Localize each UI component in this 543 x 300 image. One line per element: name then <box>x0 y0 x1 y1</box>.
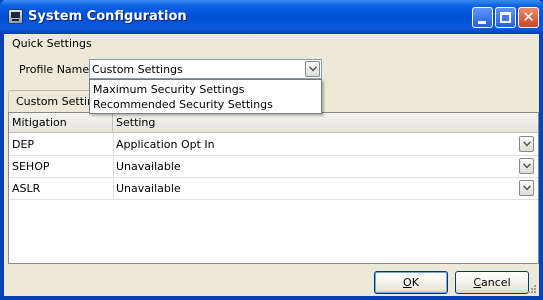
table-row[interactable]: DEP Application Opt In <box>9 133 538 156</box>
cancel-button[interactable]: Cancel <box>455 271 529 294</box>
profile-name-label: Profile Name <box>19 63 90 76</box>
setting-cell: Unavailable <box>116 160 181 173</box>
quick-settings-menu[interactable]: Quick Settings <box>12 37 92 50</box>
close-button[interactable]: ✕ <box>518 7 539 28</box>
mitigation-cell: DEP <box>12 138 35 151</box>
setting-dropdown-button[interactable] <box>519 158 534 174</box>
title-bar[interactable]: System Configuration ✕ <box>0 0 543 34</box>
column-header-setting-label: Setting <box>116 116 156 129</box>
setting-cell: Application Opt In <box>116 138 215 151</box>
setting-dropdown-button[interactable] <box>519 180 534 196</box>
profile-dropdown-button[interactable] <box>305 61 320 77</box>
close-icon: ✕ <box>522 8 535 26</box>
profile-name-select[interactable]: Custom Settings <box>89 59 322 79</box>
cancel-mnemonic: C <box>473 276 482 289</box>
cancel-label-rest: ancel <box>481 276 511 289</box>
chevron-down-icon <box>523 163 531 169</box>
table-header: Mitigation Setting <box>9 113 538 133</box>
profile-option-recommended-security[interactable]: Recommended Security Settings <box>93 98 273 111</box>
ok-label-rest: K <box>411 276 419 289</box>
table-row[interactable]: SEHOP Unavailable <box>9 155 538 178</box>
maximize-button[interactable] <box>495 7 516 28</box>
ok-mnemonic: O <box>403 276 412 289</box>
mitigation-cell: ASLR <box>12 182 41 195</box>
column-divider <box>113 177 114 199</box>
resize-grip-icon[interactable] <box>527 284 537 294</box>
column-header-mitigation-label: Mitigation <box>12 116 67 129</box>
chevron-down-icon <box>523 141 531 147</box>
setting-cell: Unavailable <box>116 182 181 195</box>
tab-custom-settings[interactable]: Custom Settings <box>8 90 94 112</box>
column-divider <box>113 133 114 155</box>
window-title: System Configuration <box>28 9 187 24</box>
minimize-icon <box>478 21 486 24</box>
table-row[interactable]: ASLR Unavailable <box>9 177 538 200</box>
app-icon <box>8 9 23 24</box>
profile-option-maximum-security[interactable]: Maximum Security Settings <box>93 83 244 96</box>
profile-selected-value: Custom Settings <box>92 63 183 76</box>
mitigation-table: Mitigation Setting DEP Application Opt I… <box>8 112 539 264</box>
ok-button[interactable]: OK <box>374 271 448 294</box>
chevron-down-icon <box>309 66 317 72</box>
maximize-icon <box>500 12 511 23</box>
chevron-down-icon <box>523 185 531 191</box>
minimize-button[interactable] <box>472 7 493 28</box>
setting-dropdown-button[interactable] <box>519 136 534 152</box>
column-header-mitigation[interactable]: Mitigation <box>9 113 113 132</box>
mitigation-cell: SEHOP <box>12 160 50 173</box>
tab-custom-settings-label: Custom Settings <box>16 95 93 108</box>
column-header-setting[interactable]: Setting <box>113 113 538 132</box>
profile-options-list: Maximum Security Settings Recommended Se… <box>89 79 322 114</box>
column-divider <box>113 155 114 177</box>
